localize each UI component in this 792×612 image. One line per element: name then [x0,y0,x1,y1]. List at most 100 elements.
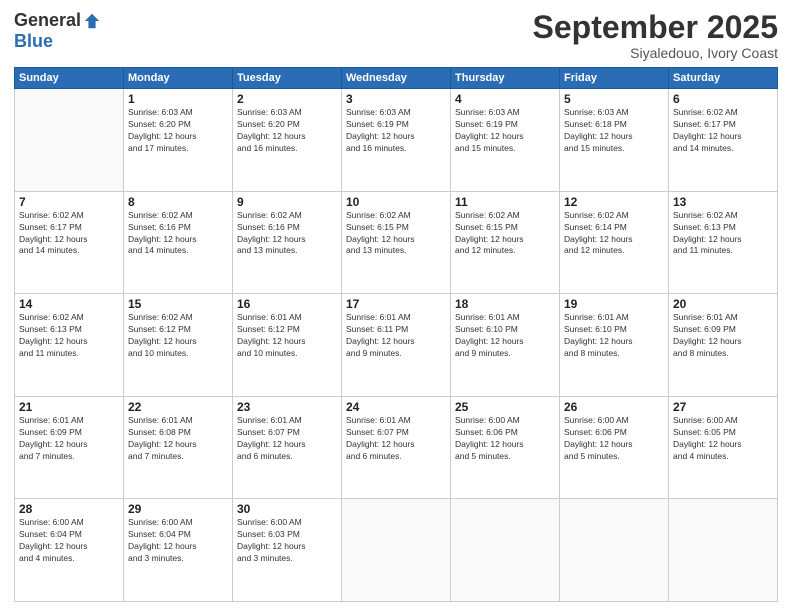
table-row [342,499,451,602]
calendar-header-row: Sunday Monday Tuesday Wednesday Thursday… [15,68,778,89]
day-number: 30 [237,502,337,516]
day-number: 20 [673,297,773,311]
col-saturday: Saturday [669,68,778,89]
col-friday: Friday [560,68,669,89]
table-row [15,89,124,192]
day-info: Sunrise: 6:02 AMSunset: 6:15 PMDaylight:… [346,210,446,258]
day-info: Sunrise: 6:00 AMSunset: 6:04 PMDaylight:… [19,517,119,565]
day-info: Sunrise: 6:00 AMSunset: 6:04 PMDaylight:… [128,517,228,565]
day-info: Sunrise: 6:02 AMSunset: 6:15 PMDaylight:… [455,210,555,258]
day-number: 10 [346,195,446,209]
table-row: 4Sunrise: 6:03 AMSunset: 6:19 PMDaylight… [451,89,560,192]
day-number: 9 [237,195,337,209]
table-row: 16Sunrise: 6:01 AMSunset: 6:12 PMDayligh… [233,294,342,397]
table-row: 23Sunrise: 6:01 AMSunset: 6:07 PMDayligh… [233,396,342,499]
day-number: 7 [19,195,119,209]
day-number: 14 [19,297,119,311]
calendar-week-row: 7Sunrise: 6:02 AMSunset: 6:17 PMDaylight… [15,191,778,294]
table-row: 1Sunrise: 6:03 AMSunset: 6:20 PMDaylight… [124,89,233,192]
table-row: 12Sunrise: 6:02 AMSunset: 6:14 PMDayligh… [560,191,669,294]
page: General Blue September 2025 Siyaledouo, … [0,0,792,612]
day-number: 4 [455,92,555,106]
table-row: 10Sunrise: 6:02 AMSunset: 6:15 PMDayligh… [342,191,451,294]
day-info: Sunrise: 6:02 AMSunset: 6:12 PMDaylight:… [128,312,228,360]
day-number: 1 [128,92,228,106]
day-info: Sunrise: 6:01 AMSunset: 6:07 PMDaylight:… [237,415,337,463]
day-info: Sunrise: 6:02 AMSunset: 6:13 PMDaylight:… [19,312,119,360]
day-info: Sunrise: 6:00 AMSunset: 6:03 PMDaylight:… [237,517,337,565]
col-wednesday: Wednesday [342,68,451,89]
day-info: Sunrise: 6:00 AMSunset: 6:06 PMDaylight:… [564,415,664,463]
day-info: Sunrise: 6:02 AMSunset: 6:16 PMDaylight:… [128,210,228,258]
table-row [560,499,669,602]
day-info: Sunrise: 6:02 AMSunset: 6:13 PMDaylight:… [673,210,773,258]
day-number: 13 [673,195,773,209]
table-row [451,499,560,602]
day-info: Sunrise: 6:03 AMSunset: 6:20 PMDaylight:… [237,107,337,155]
day-number: 5 [564,92,664,106]
day-number: 18 [455,297,555,311]
logo-icon [83,12,101,30]
day-number: 27 [673,400,773,414]
table-row: 25Sunrise: 6:00 AMSunset: 6:06 PMDayligh… [451,396,560,499]
calendar-table: Sunday Monday Tuesday Wednesday Thursday… [14,67,778,602]
table-row: 7Sunrise: 6:02 AMSunset: 6:17 PMDaylight… [15,191,124,294]
day-number: 12 [564,195,664,209]
table-row: 24Sunrise: 6:01 AMSunset: 6:07 PMDayligh… [342,396,451,499]
day-number: 29 [128,502,228,516]
calendar-week-row: 21Sunrise: 6:01 AMSunset: 6:09 PMDayligh… [15,396,778,499]
day-info: Sunrise: 6:03 AMSunset: 6:19 PMDaylight:… [346,107,446,155]
table-row: 27Sunrise: 6:00 AMSunset: 6:05 PMDayligh… [669,396,778,499]
table-row: 21Sunrise: 6:01 AMSunset: 6:09 PMDayligh… [15,396,124,499]
day-info: Sunrise: 6:02 AMSunset: 6:16 PMDaylight:… [237,210,337,258]
col-monday: Monday [124,68,233,89]
calendar-week-row: 28Sunrise: 6:00 AMSunset: 6:04 PMDayligh… [15,499,778,602]
day-info: Sunrise: 6:01 AMSunset: 6:10 PMDaylight:… [564,312,664,360]
col-tuesday: Tuesday [233,68,342,89]
day-info: Sunrise: 6:03 AMSunset: 6:18 PMDaylight:… [564,107,664,155]
table-row: 3Sunrise: 6:03 AMSunset: 6:19 PMDaylight… [342,89,451,192]
location-subtitle: Siyaledouo, Ivory Coast [533,45,778,61]
calendar-week-row: 14Sunrise: 6:02 AMSunset: 6:13 PMDayligh… [15,294,778,397]
table-row: 14Sunrise: 6:02 AMSunset: 6:13 PMDayligh… [15,294,124,397]
day-number: 8 [128,195,228,209]
day-number: 15 [128,297,228,311]
table-row: 6Sunrise: 6:02 AMSunset: 6:17 PMDaylight… [669,89,778,192]
logo: General Blue [14,10,101,52]
day-number: 6 [673,92,773,106]
title-area: September 2025 Siyaledouo, Ivory Coast [533,10,778,61]
table-row: 11Sunrise: 6:02 AMSunset: 6:15 PMDayligh… [451,191,560,294]
day-info: Sunrise: 6:00 AMSunset: 6:06 PMDaylight:… [455,415,555,463]
table-row: 26Sunrise: 6:00 AMSunset: 6:06 PMDayligh… [560,396,669,499]
day-info: Sunrise: 6:01 AMSunset: 6:10 PMDaylight:… [455,312,555,360]
table-row: 5Sunrise: 6:03 AMSunset: 6:18 PMDaylight… [560,89,669,192]
day-info: Sunrise: 6:03 AMSunset: 6:19 PMDaylight:… [455,107,555,155]
day-number: 24 [346,400,446,414]
day-info: Sunrise: 6:01 AMSunset: 6:08 PMDaylight:… [128,415,228,463]
day-number: 17 [346,297,446,311]
day-info: Sunrise: 6:01 AMSunset: 6:12 PMDaylight:… [237,312,337,360]
day-number: 16 [237,297,337,311]
day-info: Sunrise: 6:02 AMSunset: 6:14 PMDaylight:… [564,210,664,258]
day-number: 3 [346,92,446,106]
table-row [669,499,778,602]
logo-blue: Blue [14,31,53,52]
day-info: Sunrise: 6:02 AMSunset: 6:17 PMDaylight:… [19,210,119,258]
calendar-week-row: 1 Sunrise: 6:03 AMSunset: 6:20 PMDaylight… [15,89,778,192]
day-number: 28 [19,502,119,516]
day-number: 21 [19,400,119,414]
day-number: 2 [237,92,337,106]
day-number: 19 [564,297,664,311]
table-row: 20Sunrise: 6:01 AMSunset: 6:09 PMDayligh… [669,294,778,397]
table-row: 18Sunrise: 6:01 AMSunset: 6:10 PMDayligh… [451,294,560,397]
month-title: September 2025 [533,10,778,45]
day-number: 23 [237,400,337,414]
table-row: 28Sunrise: 6:00 AMSunset: 6:04 PMDayligh… [15,499,124,602]
table-row: 15Sunrise: 6:02 AMSunset: 6:12 PMDayligh… [124,294,233,397]
day-number: 22 [128,400,228,414]
day-info: Sunrise: 6:01 AMSunset: 6:07 PMDaylight:… [346,415,446,463]
logo-general: General [14,10,81,31]
header: General Blue September 2025 Siyaledouo, … [14,10,778,61]
table-row: 22Sunrise: 6:01 AMSunset: 6:08 PMDayligh… [124,396,233,499]
day-info: Sunrise: 6:02 AMSunset: 6:17 PMDaylight:… [673,107,773,155]
